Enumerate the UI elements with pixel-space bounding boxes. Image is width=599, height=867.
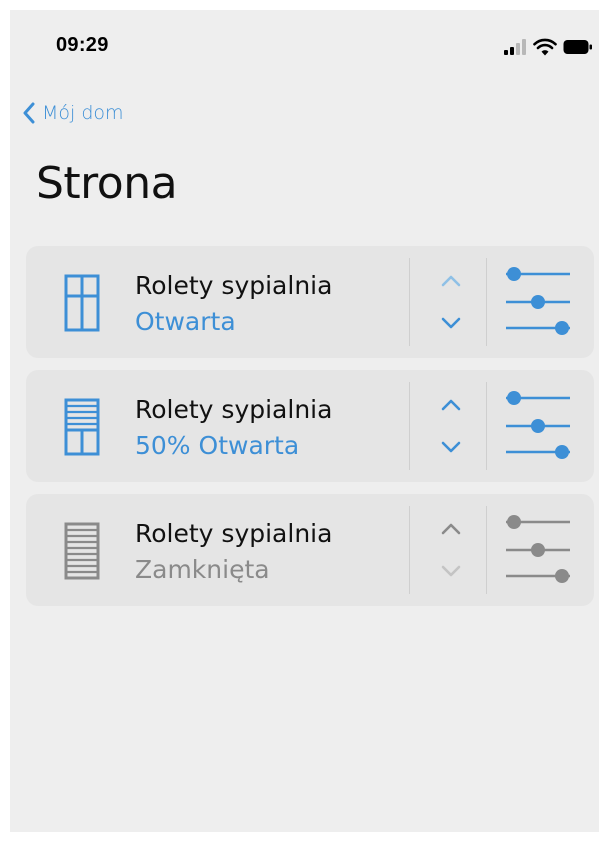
device-name: Rolety sypialnia (135, 271, 333, 300)
divider (409, 258, 410, 346)
blind-card-2[interactable]: Rolety sypialnia 50% Otwarta (26, 370, 594, 482)
raise-button[interactable] (436, 266, 466, 296)
blind-card-1[interactable]: Rolety sypialnia Otwarta (26, 246, 594, 358)
window-closed-icon (64, 522, 100, 580)
device-name: Rolety sypialnia (135, 395, 333, 424)
status-icons (503, 38, 593, 56)
device-status: Otwarta (135, 307, 236, 336)
divider (486, 258, 487, 346)
chevron-up-icon (441, 523, 461, 535)
lower-button[interactable] (436, 556, 466, 586)
chevron-down-icon (441, 565, 461, 577)
blind-card-text: Rolety sypialnia 50% Otwarta (135, 392, 332, 464)
blind-card-text: Rolety sypialnia Zamknięta (135, 516, 332, 588)
window-half-icon (64, 398, 100, 456)
raise-button[interactable] (436, 514, 466, 544)
status-bar: 09:29 (10, 10, 599, 80)
device-status: Zamknięta (135, 555, 270, 584)
status-time: 09:29 (56, 34, 109, 56)
raise-button[interactable] (436, 390, 466, 420)
divider (486, 506, 487, 594)
lower-button[interactable] (436, 308, 466, 338)
divider (409, 382, 410, 470)
cellular-signal-icon (504, 39, 526, 55)
window-open-icon (64, 274, 100, 332)
sliders-icon[interactable] (502, 386, 574, 466)
sliders-icon[interactable] (502, 262, 574, 342)
wifi-icon (533, 38, 557, 56)
chevron-up-icon (441, 399, 461, 411)
phone-screen: 09:29 Mój dom Strona Rolety sypialnia Ot… (10, 10, 599, 832)
chevron-down-icon (441, 441, 461, 453)
back-button[interactable]: Mój dom (22, 102, 124, 124)
chevron-down-icon (441, 317, 461, 329)
back-label: Mój dom (42, 102, 124, 124)
device-status: 50% Otwarta (135, 431, 300, 460)
sliders-icon[interactable] (502, 510, 574, 590)
device-name: Rolety sypialnia (135, 519, 333, 548)
blind-card-text: Rolety sypialnia Otwarta (135, 268, 332, 340)
divider (409, 506, 410, 594)
chevron-up-icon (441, 275, 461, 287)
blind-card-3[interactable]: Rolety sypialnia Zamknięta (26, 494, 594, 606)
battery-icon (563, 40, 592, 54)
divider (486, 382, 487, 470)
lower-button[interactable] (436, 432, 466, 462)
chevron-left-icon (23, 102, 35, 124)
page-title: Strona (36, 158, 178, 209)
